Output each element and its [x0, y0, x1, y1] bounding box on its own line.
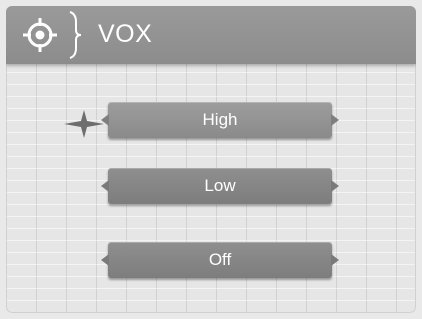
menu-item-high[interactable]: High — [101, 102, 339, 138]
screen: VOX High Low Off — [6, 6, 416, 313]
header-bar: VOX — [6, 6, 416, 64]
menu-item-label: High — [202, 110, 238, 129]
menu-item-label: Low — [204, 176, 236, 195]
page-title: VOX — [98, 20, 153, 48]
four-point-star-icon — [64, 110, 104, 138]
menu-item-off[interactable]: Off — [101, 242, 339, 278]
crosshair-icon[interactable] — [18, 14, 62, 56]
header-divider — [69, 11, 82, 59]
menu-item-low[interactable]: Low — [101, 168, 339, 204]
menu-item-label: Off — [208, 250, 232, 269]
